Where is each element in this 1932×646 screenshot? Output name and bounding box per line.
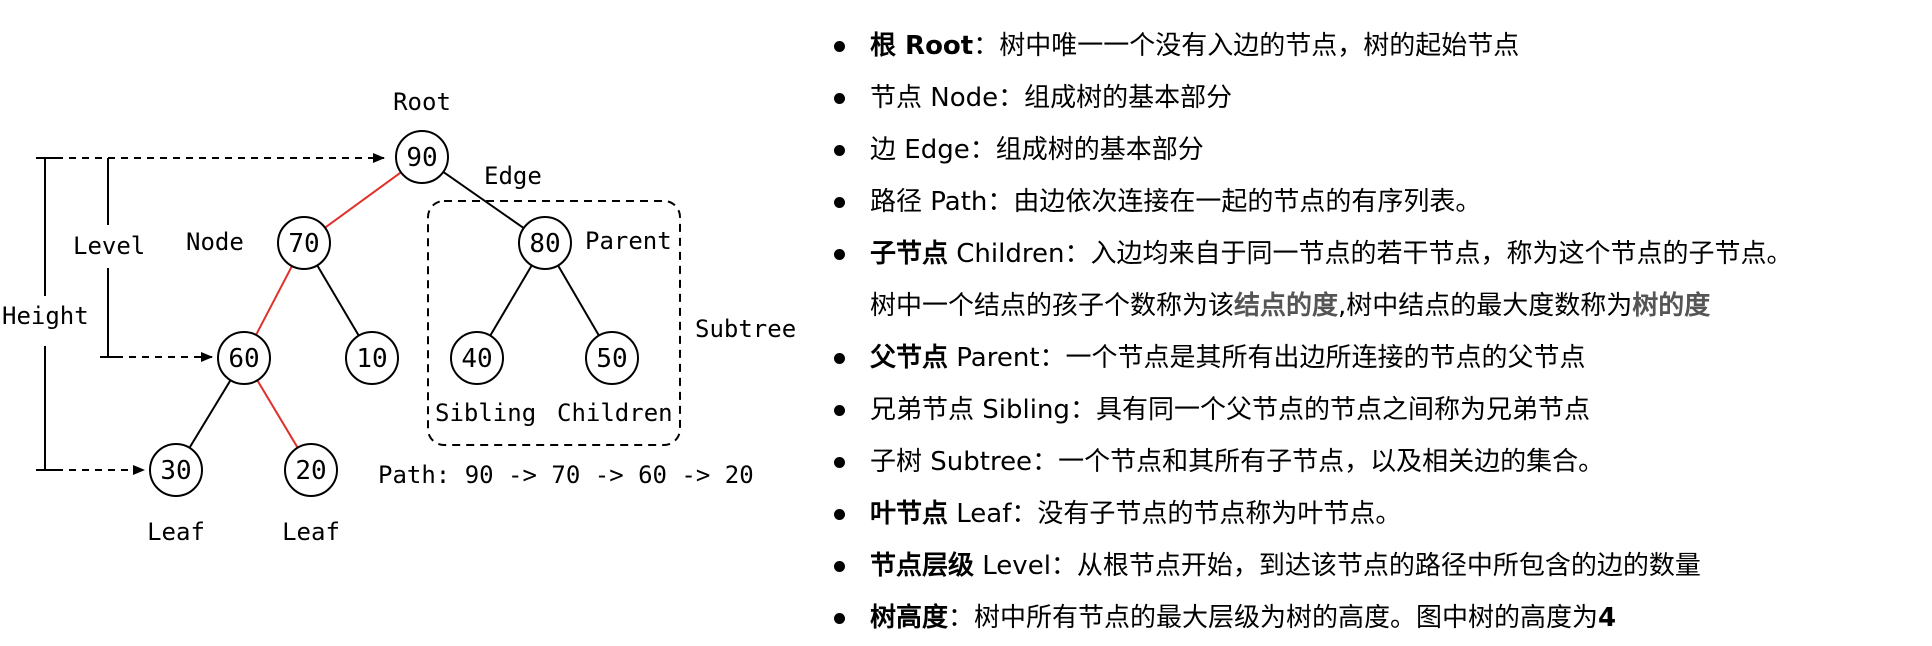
definition-item: 根 Root：树中唯一一个没有入边的节点，树的起始节点 — [828, 20, 1928, 72]
definition-emphasis: 树的度 — [1632, 291, 1711, 321]
tree-node-40: 40 — [450, 331, 504, 385]
definition-emphasis: 结点的度 — [1234, 291, 1339, 321]
tree-node-50: 50 — [585, 331, 639, 385]
definition-item: 边 Edge：组成树的基本部分 — [828, 124, 1928, 176]
definition-term: 节点层级 — [870, 551, 975, 581]
node-value: 30 — [160, 456, 191, 486]
definition-desc: ：没有子节点的节点称为叶节点。 — [1011, 499, 1402, 529]
definition-term: 节点 Node — [870, 83, 999, 113]
definition-item: 兄弟节点 Sibling：具有同一个父节点的节点之间称为兄弟节点 — [828, 384, 1928, 436]
definition-term: 边 Edge — [870, 135, 970, 165]
tree-nodes: 90 70 80 60 10 40 50 30 20 — [149, 130, 639, 497]
definition-item: 子节点 Children：入边均来自于同一节点的若干节点，称为这个节点的子节点。 — [828, 228, 1928, 280]
definition-desc: ：一个节点和其所有子节点，以及相关边的集合。 — [1032, 447, 1605, 477]
definition-term-rest: Leaf — [948, 499, 1012, 529]
parent-label: Parent — [585, 227, 672, 255]
level-arrows — [56, 153, 385, 475]
edge-90-70 — [324, 171, 402, 229]
definition-desc: ：一个节点是其所有出边所连接的节点的父节点 — [1039, 343, 1586, 373]
height-label: Height — [2, 302, 89, 330]
node-value: 10 — [356, 344, 387, 374]
tree-height-value: 4 — [1598, 603, 1617, 633]
node-value: 90 — [406, 143, 437, 173]
tree-node-20: 20 — [284, 443, 338, 497]
definition-item: 树中一个结点的孩子个数称为该结点的度,树中结点的最大度数称为树的度 — [828, 280, 1928, 332]
node-value: 40 — [461, 344, 492, 374]
definitions-list: 根 Root：树中唯一一个没有入边的节点，树的起始节点 节点 Node：组成树的基… — [828, 20, 1928, 644]
definition-item: 父节点 Parent：一个节点是其所有出边所连接的节点的父节点 — [828, 332, 1928, 384]
definition-term: 叶节点 — [870, 499, 949, 529]
edge-60-20 — [256, 379, 299, 449]
definition-desc: ：入边均来自于同一节点的若干节点，称为这个节点的子节点。 — [1064, 239, 1793, 269]
edge-70-60 — [255, 265, 293, 336]
definition-term-rest: Children — [948, 239, 1065, 269]
edge-70-10 — [316, 264, 360, 337]
tree-node-10: 10 — [345, 331, 399, 385]
root-label: Root — [393, 88, 451, 116]
path-label: Path: 90 -> 70 -> 60 -> 20 — [378, 461, 754, 489]
leaf-label-right: Leaf — [282, 518, 340, 546]
tree-diagram: 90 70 80 60 10 40 50 30 20 Root Edge Node Parent… — [2, 88, 796, 546]
definition-term: 子节点 — [870, 239, 949, 269]
definition-desc: ：树中所有节点的最大层级为树的高度。图中树的高度为 — [948, 603, 1599, 633]
definition-desc: ,树中结点的最大度数称为 — [1338, 291, 1633, 321]
edge-label: Edge — [484, 162, 542, 190]
definition-desc: ：由边依次连接在一起的节点的有序列表。 — [987, 187, 1482, 217]
sibling-label: Sibling — [435, 399, 536, 427]
definition-term: 子树 Subtree — [870, 447, 1033, 477]
definition-term: 树高度 — [870, 603, 949, 633]
node-label: Node — [186, 228, 244, 256]
definition-term: 兄弟节点 Sibling — [870, 395, 1070, 425]
definition-desc: ：树中唯一一个没有入边的节点，树的起始节点 — [973, 31, 1520, 61]
definition-desc: ：具有同一个父节点的节点之间称为兄弟节点 — [1069, 395, 1590, 425]
definition-item: 节点 Node：组成树的基本部分 — [828, 72, 1928, 124]
edge-80-50 — [557, 264, 600, 337]
tree-node-30: 30 — [149, 443, 203, 497]
definition-term-rest: Level — [974, 551, 1051, 581]
definition-item: 节点层级 Level：从根节点开始，到达该节点的路径中所包含的边的数量 — [828, 540, 1928, 592]
definition-item: 子树 Subtree：一个节点和其所有子节点，以及相关边的集合。 — [828, 436, 1928, 488]
definition-desc: ：组成树的基本部分 — [969, 135, 1204, 165]
node-value: 80 — [529, 229, 560, 259]
definition-item: 路径 Path：由边依次连接在一起的节点的有序列表。 — [828, 176, 1928, 228]
tree-node-90: 90 — [395, 130, 449, 184]
subtree-label: Subtree — [695, 315, 796, 343]
children-label: Children — [557, 399, 673, 427]
definition-item: 树高度：树中所有节点的最大层级为树的高度。图中树的高度为4 — [828, 592, 1928, 644]
definition-term: 根 Root — [870, 31, 974, 61]
node-value: 60 — [228, 344, 259, 374]
level-label: Level — [73, 232, 145, 260]
definition-term: 路径 Path — [870, 187, 988, 217]
leaf-label-left: Leaf — [147, 518, 205, 546]
definition-desc: ：从根节点开始，到达该节点的路径中所包含的边的数量 — [1050, 551, 1701, 581]
definition-term: 父节点 — [870, 343, 949, 373]
definition-item: 叶节点 Leaf：没有子节点的节点称为叶节点。 — [828, 488, 1928, 540]
definition-desc: 树中一个结点的孩子个数称为该 — [870, 291, 1235, 321]
definition-desc: ：组成树的基本部分 — [998, 83, 1233, 113]
tree-edges — [188, 171, 600, 449]
edge-80-40 — [489, 264, 533, 337]
node-value: 70 — [288, 229, 319, 259]
node-value: 20 — [295, 456, 326, 486]
tree-node-80: 80 — [518, 216, 572, 270]
edge-60-30 — [188, 379, 232, 449]
tree-node-60: 60 — [217, 331, 271, 385]
tree-node-70: 70 — [277, 216, 331, 270]
definition-term-rest: Parent — [948, 343, 1040, 373]
node-value: 50 — [596, 344, 627, 374]
